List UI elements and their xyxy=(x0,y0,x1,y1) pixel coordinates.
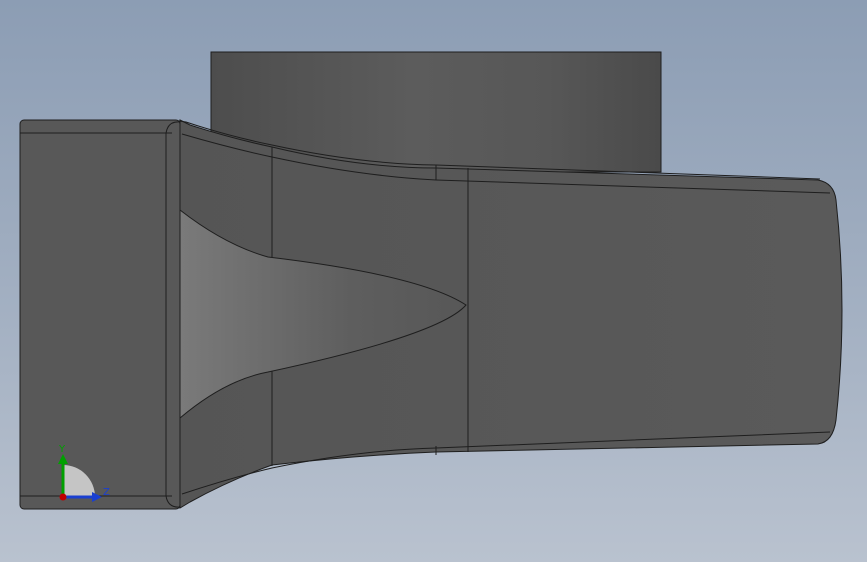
y-axis-arrow xyxy=(58,454,68,464)
cad-model-view[interactable] xyxy=(0,0,867,562)
x-axis-dot xyxy=(59,493,67,501)
z-axis-label: Z xyxy=(103,487,110,498)
graphics-viewport[interactable]: Y Z xyxy=(0,0,867,562)
y-axis-label: Y xyxy=(58,444,66,455)
z-axis-arrow xyxy=(92,492,102,502)
triad-quarter-disc xyxy=(63,465,95,497)
coordinate-triad-icon: Y Z xyxy=(58,444,110,502)
